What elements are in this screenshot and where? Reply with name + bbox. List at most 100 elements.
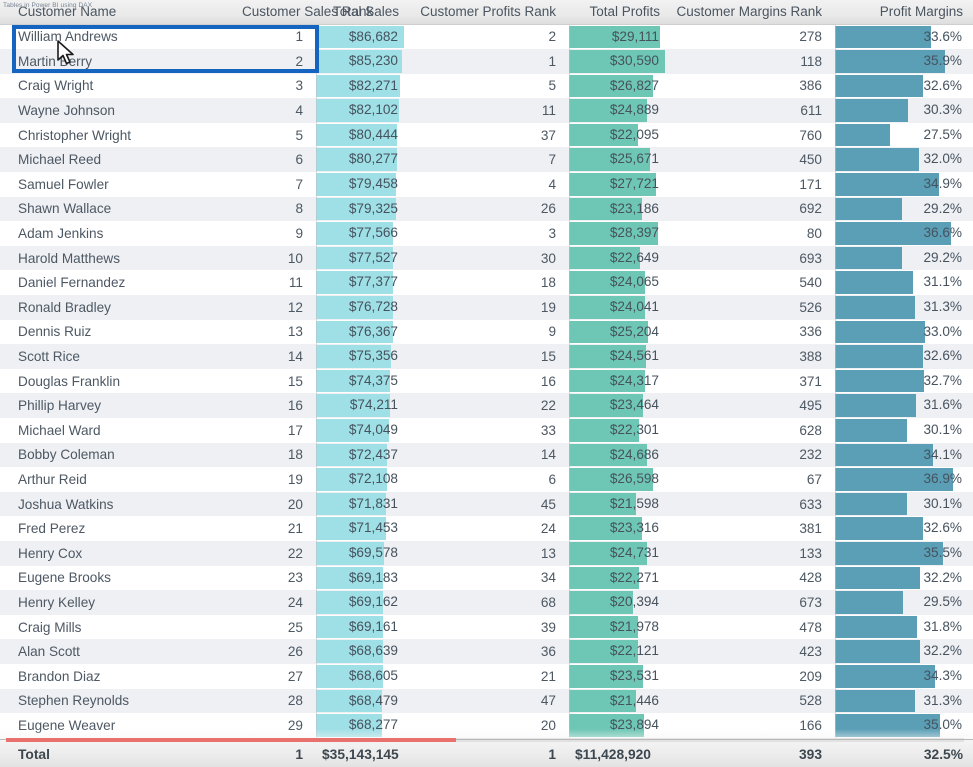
table-row[interactable]: Martin Berry 2 $85,230 1 $30,590 118 35.9% [0, 49, 973, 74]
data-bar-value: $28,397 [609, 225, 659, 241]
table-row[interactable]: Phillip Harvey 16 $74,211 22 $23,464 495 31.6% [0, 393, 973, 418]
cell-customer-name: William Andrews [18, 29, 118, 45]
data-bar-value: 32.6% [923, 77, 962, 93]
table-row[interactable]: Bobby Coleman 18 $72,437 14 $24,686 232 34.1% [0, 442, 973, 468]
cell-customer-sales-rank: 14 [287, 349, 303, 365]
data-bar-value: $21,598 [609, 495, 659, 511]
column-header-customer-sales-rank[interactable]: Customer Sales Rank [242, 0, 373, 25]
cell-total-profits: $25,204 [566, 319, 670, 345]
table-row[interactable]: Shawn Wallace 8 $79,325 26 $23,186 692 29.2% [0, 196, 973, 222]
table-row[interactable]: Fred Perez 21 $71,453 24 $23,316 381 32.6% [0, 516, 973, 541]
table-row[interactable]: Brandon Diaz 27 $68,605 21 $23,531 209 34.3% [0, 663, 973, 689]
cell-customer-name: Wayne Johnson [18, 103, 115, 119]
cell-customer-sales-rank: 1 [295, 29, 303, 45]
cell-customer-profits-rank: 37 [540, 127, 556, 143]
cell-customer-profits-rank: 9 [548, 324, 556, 340]
cell-customer-sales-rank: 29 [287, 717, 303, 733]
data-bar-value: $68,639 [348, 643, 398, 659]
cell-customer-margins-rank: 171 [799, 176, 822, 192]
cell-total-sales: $69,578 [313, 540, 409, 566]
total-total-profits: $11,428,920 [575, 746, 651, 762]
data-bar-value: $76,728 [348, 299, 398, 315]
column-separator [835, 24, 836, 50]
table-row[interactable]: Samuel Fowler 7 $79,458 4 $27,721 171 34.9% [0, 172, 973, 197]
column-separator [569, 245, 570, 271]
cell-customer-sales-rank: 23 [287, 570, 303, 586]
data-bar-value: $68,277 [348, 717, 398, 733]
table-row[interactable]: Harold Matthews 10 $77,527 30 $22,649 693 29.2… [0, 245, 973, 271]
table-row[interactable]: Adam Jenkins 9 $77,566 3 $28,397 80 36.6% [0, 221, 973, 246]
cell-customer-profits-rank: 16 [540, 373, 556, 389]
table-row[interactable]: Wayne Johnson 4 $82,102 11 $24,889 611 30.3% [0, 98, 973, 123]
data-bar-value: $29,111 [611, 28, 659, 44]
column-separator [316, 393, 317, 418]
column-separator [316, 688, 317, 714]
data-bar-value: $69,578 [348, 544, 398, 560]
cell-total-sales: $68,639 [313, 639, 409, 664]
cell-customer-margins-rank: 611 [800, 103, 822, 119]
table-row[interactable]: Craig Wright 3 $82,271 5 $26,827 386 32.6% [0, 73, 973, 99]
table-header: Customer Name Customer Sales Rank Total … [0, 0, 973, 25]
cell-customer-profits-rank: 5 [548, 78, 556, 94]
data-bar-value: 35.9% [923, 53, 962, 69]
column-separator [316, 639, 317, 664]
data-bar-value: 29.2% [923, 200, 962, 216]
cell-total-sales: $71,453 [313, 516, 409, 541]
table-row[interactable]: Joshua Watkins 20 $71,831 45 $21,598 633 30.1% [0, 491, 973, 517]
table-row[interactable]: Alan Scott 26 $68,639 36 $22,121 423 32.2% [0, 639, 973, 664]
column-separator [569, 147, 570, 173]
table-row[interactable]: Eugene Weaver 29 $68,277 20 $23,894 166 35.0% [0, 713, 973, 738]
cell-customer-name: Michael Ward [18, 422, 101, 438]
column-separator [835, 565, 836, 591]
cell-profit-margins: 32.2% [832, 639, 973, 664]
cell-profit-margins: 32.6% [832, 516, 973, 541]
column-header-customer-margins-rank[interactable]: Customer Margins Rank [670, 0, 832, 25]
table-row[interactable]: William Andrews 1 $86,682 2 $29,111 278 33.6% [0, 24, 973, 50]
cell-customer-name: Daniel Fernandez [18, 275, 126, 291]
table-row[interactable]: Christopher Wright 5 $80,444 37 $22,095 760 27… [0, 122, 973, 148]
table-row[interactable]: Henry Kelley 24 $69,162 68 $20,394 673 29.5% [0, 590, 973, 615]
column-header-customer-profits-rank[interactable]: Customer Profits Rank [409, 0, 566, 25]
column-separator [569, 98, 570, 123]
data-bar-fill [835, 99, 909, 122]
cell-total-profits: $27,721 [566, 172, 670, 197]
table-row[interactable]: Arthur Reid 19 $72,108 6 $26,598 67 36.9% [0, 467, 973, 492]
table-row[interactable]: Stephen Reynolds 28 $68,479 47 $21,446 528 31.… [0, 688, 973, 714]
table-row[interactable]: Scott Rice 14 $75,356 15 $24,561 388 32.6% [0, 344, 973, 369]
table-row[interactable]: Michael Reed 6 $80,277 7 $25,671 450 32.0% [0, 147, 973, 173]
column-header-profit-margins[interactable]: Profit Margins [832, 0, 973, 25]
table-row[interactable]: Eugene Brooks 23 $69,183 34 $22,271 428 32.2% [0, 565, 973, 591]
data-bar-value: $72,108 [348, 471, 398, 487]
column-separator [316, 491, 317, 517]
table-row[interactable]: Henry Cox 22 $69,578 13 $24,731 133 35.5% [0, 540, 973, 566]
table-row[interactable]: Michael Ward 17 $74,049 33 $22,301 628 30.1% [0, 418, 973, 443]
cell-customer-name: Alan Scott [18, 644, 80, 660]
cell-profit-margins: 35.0% [832, 713, 973, 738]
table-row[interactable]: Craig Mills 25 $69,161 39 $21,978 478 31.8% [0, 614, 973, 640]
cell-customer-margins-rank: 628 [799, 422, 822, 438]
data-bar-value: $80,444 [348, 126, 398, 142]
table-row[interactable]: Ronald Bradley 12 $76,728 19 $24,041 526 31.3% [0, 295, 973, 320]
data-bar-value: $24,561 [609, 348, 659, 364]
cell-total-profits: $24,686 [566, 442, 670, 468]
data-bar-value: 31.8% [923, 618, 962, 634]
cell-customer-name: Eugene Weaver [18, 717, 116, 733]
column-separator [569, 24, 570, 50]
data-bar-value: $76,367 [348, 323, 398, 339]
cell-customer-profits-rank: 22 [540, 398, 556, 414]
cell-customer-name: Dennis Ruiz [18, 324, 92, 340]
data-bar-value: 32.7% [923, 372, 962, 388]
video-scrubber[interactable] [6, 738, 964, 742]
column-separator [316, 73, 317, 99]
table-row[interactable]: Daniel Fernandez 11 $77,377 18 $24,065 540 31.… [0, 270, 973, 296]
cell-total-profits: $21,446 [566, 688, 670, 714]
cell-total-profits: $24,317 [566, 368, 670, 394]
column-header-total-profits[interactable]: Total Profits [566, 0, 670, 25]
data-bar-fill [835, 74, 923, 98]
cell-customer-margins-rank: 133 [799, 545, 822, 561]
cell-profit-margins: 29.5% [832, 590, 973, 615]
cell-customer-sales-rank: 26 [287, 644, 303, 660]
table-row[interactable]: Douglas Franklin 15 $74,375 16 $24,317 371 32.… [0, 368, 973, 394]
column-separator [316, 24, 317, 50]
table-row[interactable]: Dennis Ruiz 13 $76,367 9 $25,204 336 33.0% [0, 319, 973, 345]
